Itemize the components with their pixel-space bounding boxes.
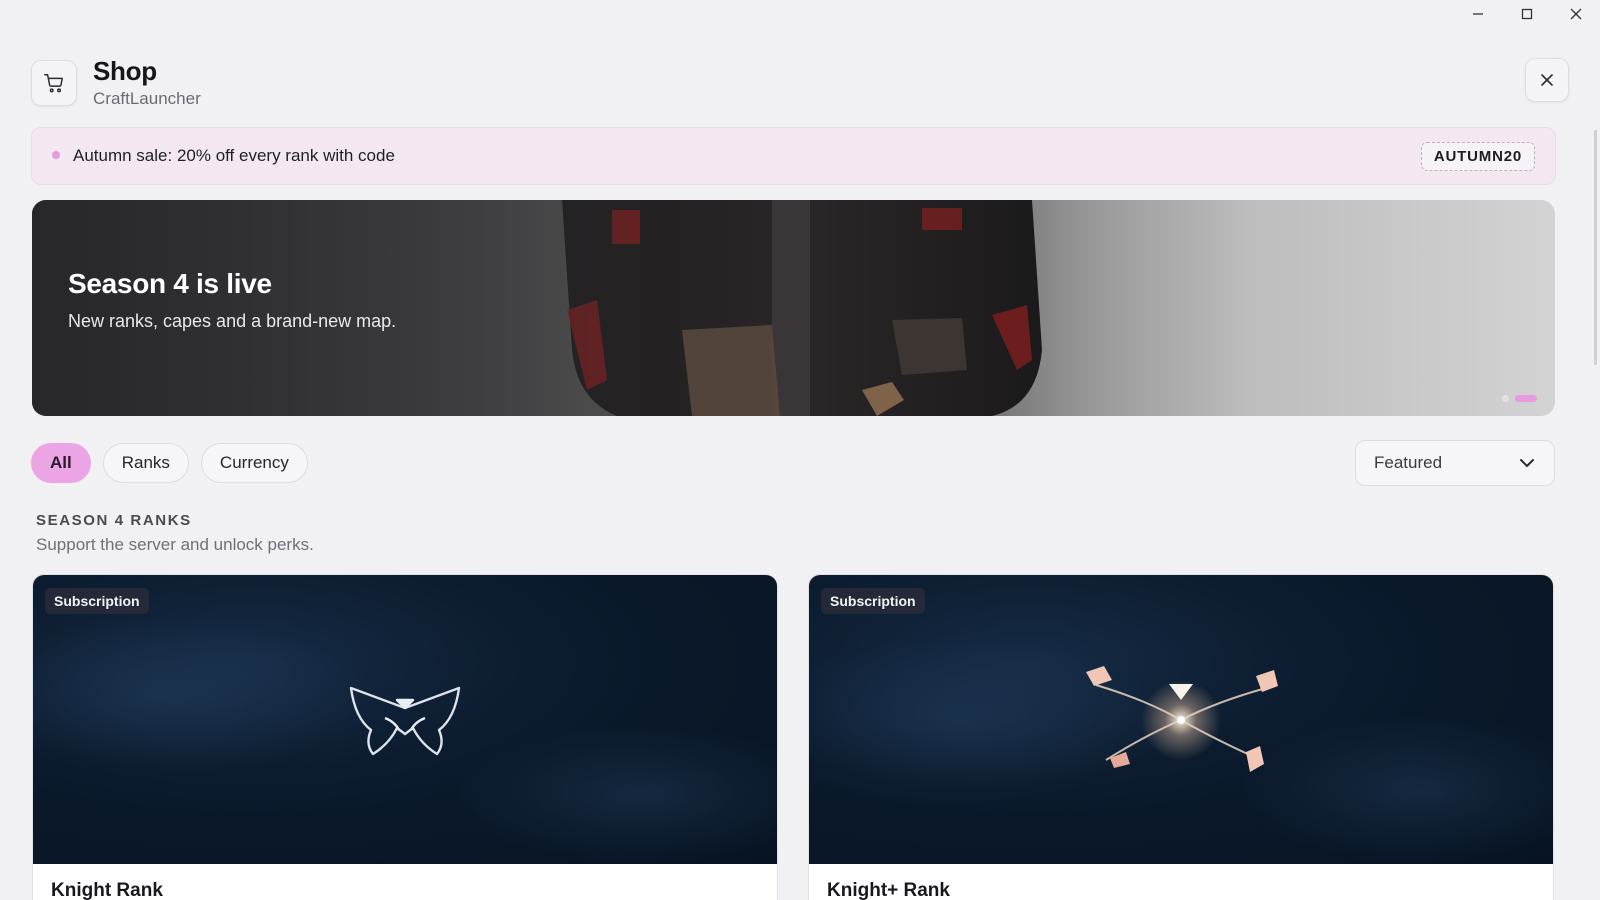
filter-chip-currency[interactable]: Currency <box>200 443 308 483</box>
close-icon <box>1541 74 1553 86</box>
card-title: Knight Rank <box>51 880 163 900</box>
hero-shade <box>32 200 672 416</box>
maximize-button[interactable] <box>1502 0 1551 28</box>
close-icon <box>1570 8 1581 20</box>
shop-icon-box <box>31 60 77 106</box>
window-close-button[interactable] <box>1551 0 1600 28</box>
promo-dot <box>52 151 60 159</box>
product-card[interactable]: Subscription Knight+ Rank <box>808 574 1554 900</box>
card-image: Subscription <box>33 575 777 864</box>
scrollbar-thumb[interactable] <box>1594 130 1597 365</box>
scrollbar[interactable] <box>1592 130 1600 365</box>
subscription-badge: Subscription <box>821 588 925 614</box>
filter-chip-ranks[interactable]: Ranks <box>102 443 189 483</box>
hero-title: Season 4 is live <box>68 268 272 299</box>
promo-banner: Autumn sale: 20% off every rank with cod… <box>31 127 1556 185</box>
minimize-button[interactable] <box>1453 0 1502 28</box>
window-controls <box>1453 0 1600 28</box>
card-image: Subscription <box>809 575 1553 864</box>
knight-plus-emblem-icon <box>1086 665 1278 772</box>
hero-carousel[interactable]: Season 4 is live New ranks, capes and a … <box>32 200 1555 416</box>
header-titles: Shop CraftLauncher <box>93 56 201 110</box>
promo-code[interactable]: AUTUMN20 <box>1420 141 1535 171</box>
filter-chips: All Ranks Currency <box>31 443 308 483</box>
chevron-down-icon <box>1520 459 1534 467</box>
filter-chip-all[interactable]: All <box>31 443 91 483</box>
promo-text: Autumn sale: 20% off every rank with cod… <box>73 146 395 165</box>
page-subtitle: CraftLauncher <box>93 89 201 108</box>
maximize-icon <box>1521 8 1532 20</box>
sort-selected: Featured <box>1374 453 1443 472</box>
carousel-dot[interactable] <box>1502 395 1509 402</box>
product-card[interactable]: Subscription Knight Rank <box>32 574 778 900</box>
card-title: Knight+ Rank <box>827 880 950 900</box>
sort-dropdown[interactable]: Featured <box>1355 440 1555 486</box>
subscription-badge: Subscription <box>45 588 149 614</box>
close-shop-button[interactable] <box>1525 58 1569 102</box>
minimize-icon <box>1472 13 1483 15</box>
page-title: Shop <box>93 56 157 86</box>
carousel-indicators <box>1502 395 1537 402</box>
section-heading: SEASON 4 RANKS <box>36 512 192 529</box>
knight-emblem-icon <box>349 686 461 755</box>
hero-subtitle: New ranks, capes and a brand-new map. <box>68 311 397 331</box>
section-description: Support the server and unlock perks. <box>36 535 314 554</box>
carousel-dot-active[interactable] <box>1515 395 1537 402</box>
page-header: Shop CraftLauncher <box>31 56 201 110</box>
cart-icon <box>44 74 63 93</box>
